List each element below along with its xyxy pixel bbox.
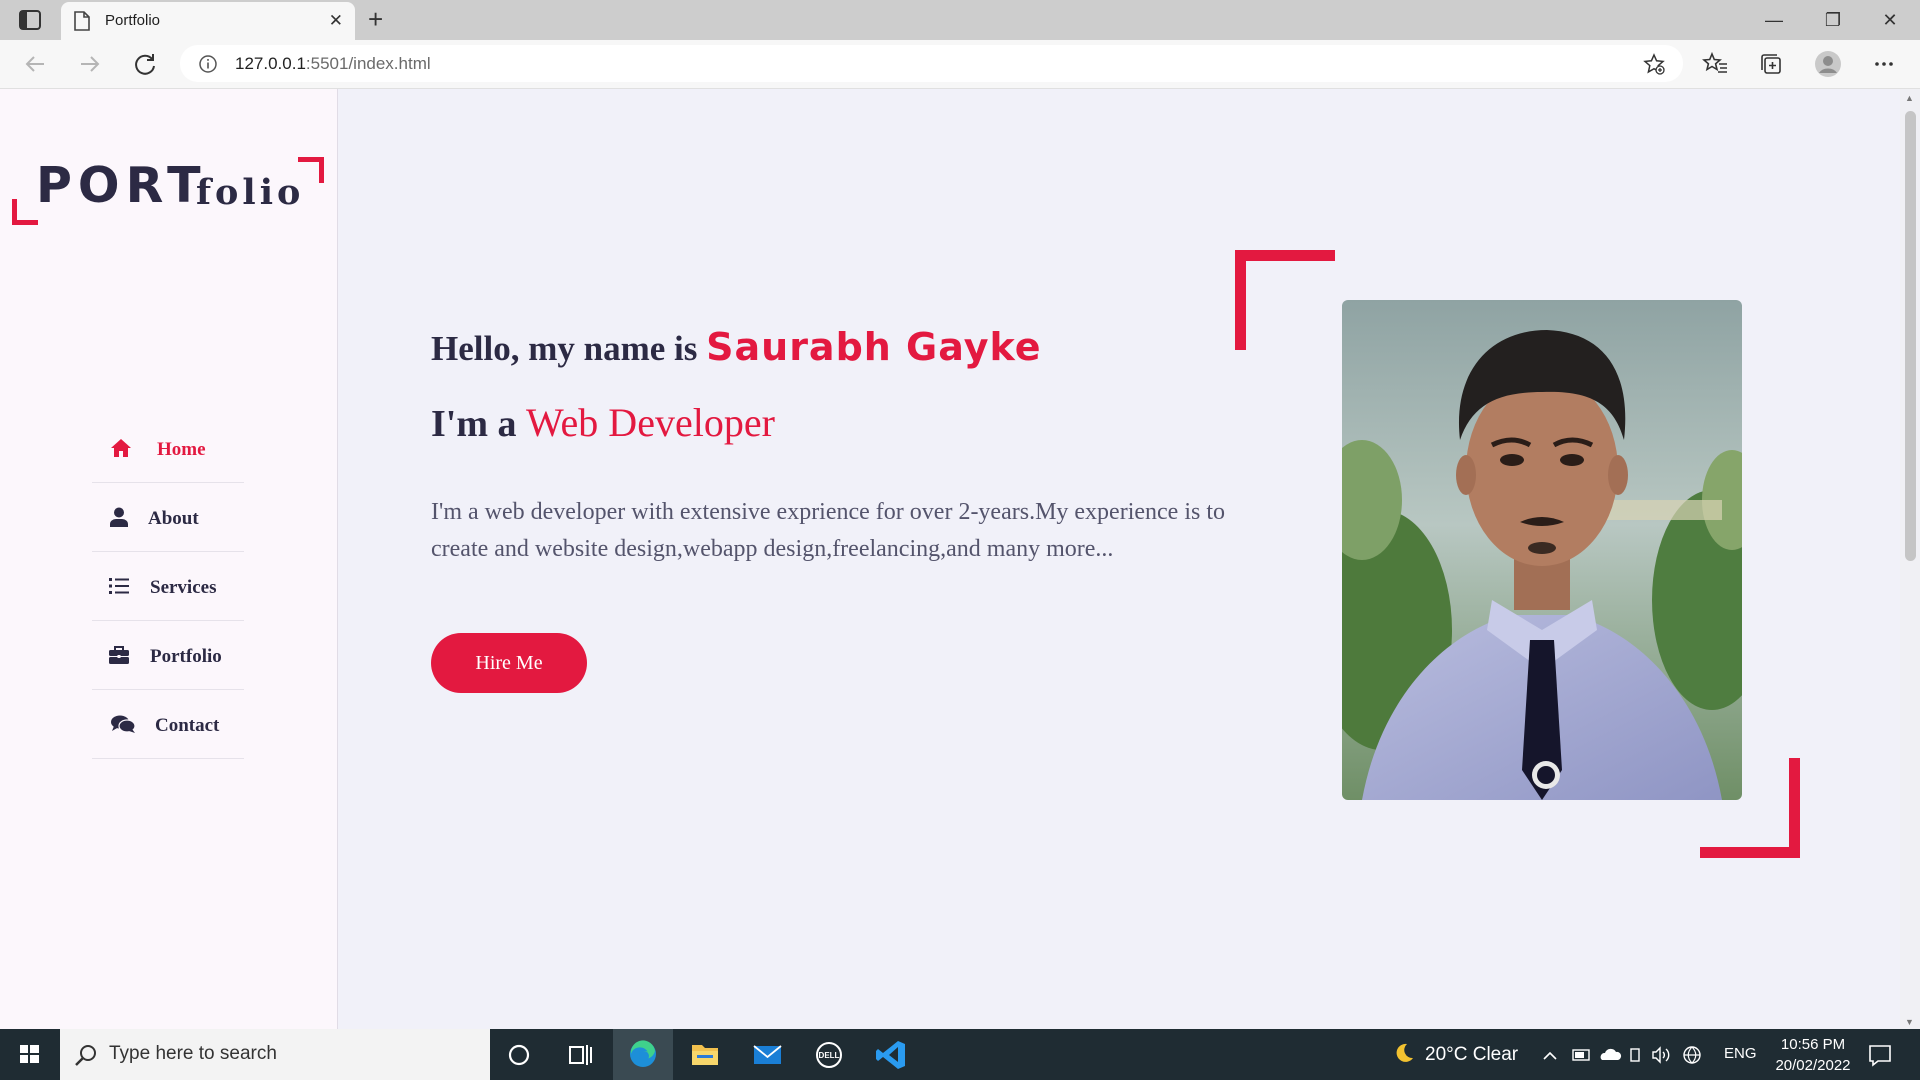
logo-folio-text: folio <box>196 172 305 213</box>
scrollbar-thumb[interactable] <box>1905 111 1916 561</box>
role-prefix: I'm a <box>431 403 526 445</box>
hire-me-button[interactable]: Hire Me <box>431 633 587 693</box>
nav-label: Contact <box>155 715 220 736</box>
clock-time: 10:56 PM <box>1780 1036 1846 1053</box>
forward-arrow-icon[interactable] <box>75 49 105 79</box>
nav-item-services[interactable]: Services <box>92 552 244 621</box>
nav-item-contact[interactable]: Contact <box>92 690 244 759</box>
scroll-down-icon[interactable]: ▼ <box>1905 1017 1914 1027</box>
logo-corner-bracket <box>12 199 38 225</box>
mail-icon[interactable] <box>737 1029 797 1080</box>
hero-greeting: Hello, my name is Saurabh Gayke <box>431 325 1042 369</box>
user-icon <box>110 507 128 527</box>
refresh-icon[interactable] <box>130 49 160 79</box>
url-host: 127.0.0.1 <box>235 54 306 73</box>
page-viewport: PORT folio Home About Services Portfolio… <box>0 89 1920 1029</box>
main-content: Hello, my name is Saurabh Gayke I'm a We… <box>338 89 1894 1029</box>
address-bar[interactable]: 127.0.0.1:5501/index.html <box>180 45 1683 82</box>
task-view-icon[interactable] <box>550 1029 610 1080</box>
search-placeholder: Type here to search <box>109 1043 277 1064</box>
photo-frame-corner <box>1235 250 1335 350</box>
logo[interactable]: PORT folio <box>12 157 324 235</box>
sidebar-nav: Home About Services Portfolio Contact <box>92 414 244 759</box>
url-text[interactable]: 127.0.0.1:5501/index.html <box>235 54 431 74</box>
nav-label: Home <box>157 439 206 460</box>
tab-title: Portfolio <box>105 12 161 29</box>
close-window-button[interactable]: ✕ <box>1868 6 1912 34</box>
nav-item-home[interactable]: Home <box>92 414 244 483</box>
info-icon[interactable] <box>198 54 218 74</box>
taskbar-clock[interactable]: 10:56 PM 20/02/2022 <box>1763 1034 1863 1076</box>
browser-titlebar: Portfolio ✕ + — ❐ ✕ <box>0 0 1920 40</box>
nav-item-about[interactable]: About <box>92 483 244 552</box>
briefcase-icon <box>109 646 129 664</box>
hero-role: I'm a Web Developer <box>431 399 775 446</box>
dell-icon[interactable]: DELL <box>799 1029 859 1080</box>
close-tab-icon[interactable]: ✕ <box>329 12 343 30</box>
hero-name: Saurabh Gayke <box>706 325 1042 369</box>
system-tray-icons[interactable] <box>1540 1043 1710 1067</box>
weather-text: 20°C Clear <box>1425 1044 1519 1065</box>
nav-label: Services <box>150 577 217 598</box>
search-icon <box>75 1045 96 1066</box>
browser-tab[interactable]: Portfolio ✕ <box>61 2 355 40</box>
logo-port-text: PORT <box>36 157 207 214</box>
home-icon <box>111 439 131 457</box>
device-icon <box>1630 1048 1640 1062</box>
favorites-icon[interactable] <box>1700 49 1730 79</box>
add-favorite-icon[interactable] <box>1643 53 1665 75</box>
profile-photo <box>1342 300 1742 800</box>
language-indicator[interactable]: ENG <box>1724 1045 1757 1062</box>
page-scrollbar[interactable]: ▲ ▼ <box>1900 89 1920 1029</box>
svg-text:DELL: DELL <box>819 1051 840 1060</box>
tab-actions-icon[interactable] <box>18 9 42 31</box>
chevron-up-icon <box>1543 1051 1557 1060</box>
file-explorer-icon[interactable] <box>675 1029 735 1080</box>
minimize-button[interactable]: — <box>1752 6 1796 34</box>
notification-icon[interactable] <box>1866 1041 1894 1069</box>
hero-bio: I'm a web developer with extensive expri… <box>431 499 1226 562</box>
windows-taskbar: Type here to search DELL 20°C Clear ENG … <box>0 1029 1920 1080</box>
vscode-icon[interactable] <box>861 1029 921 1080</box>
profile-avatar-icon[interactable] <box>1813 49 1843 79</box>
speaker-icon <box>1652 1046 1670 1064</box>
list-icon <box>109 578 129 594</box>
nav-item-portfolio[interactable]: Portfolio <box>92 621 244 690</box>
onedrive-icon <box>1600 1048 1622 1060</box>
more-options-icon[interactable] <box>1869 49 1899 79</box>
moon-icon <box>1396 1043 1413 1062</box>
weather-widget[interactable]: 20°C Clear <box>1393 1042 1518 1066</box>
comments-icon <box>111 715 136 733</box>
edge-browser-icon[interactable] <box>613 1029 673 1080</box>
clock-date: 20/02/2022 <box>1775 1057 1851 1074</box>
taskbar-search-box[interactable]: Type here to search <box>60 1029 490 1080</box>
browser-toolbar: 127.0.0.1:5501/index.html <box>0 40 1920 89</box>
role-title: Web Developer <box>526 400 775 445</box>
cortana-icon[interactable] <box>489 1029 549 1080</box>
restore-button[interactable]: ❐ <box>1811 6 1855 34</box>
greeting-text: Hello, my name is <box>431 329 707 368</box>
page-icon <box>74 11 90 31</box>
scroll-up-icon[interactable]: ▲ <box>1905 93 1914 103</box>
sidebar: PORT folio Home About Services Portfolio… <box>0 89 338 1029</box>
url-path: :5501/index.html <box>305 54 431 73</box>
collections-icon[interactable] <box>1756 49 1786 79</box>
nav-label: Portfolio <box>150 646 222 667</box>
new-tab-icon[interactable]: + <box>368 6 383 32</box>
nav-label: About <box>148 508 199 529</box>
windows-start-icon[interactable] <box>0 1029 58 1080</box>
back-arrow-icon[interactable] <box>20 49 50 79</box>
